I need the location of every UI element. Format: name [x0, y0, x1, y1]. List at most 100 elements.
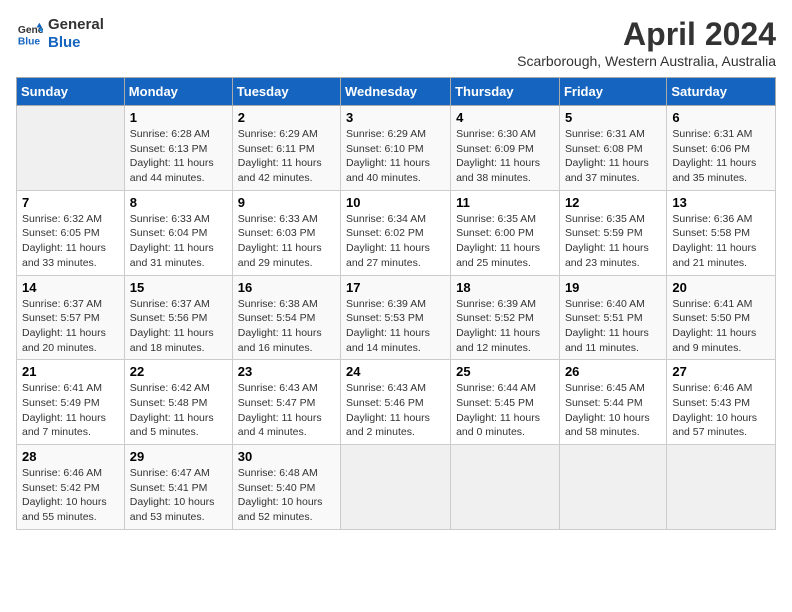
day-info: Sunrise: 6:29 AM Sunset: 6:11 PM Dayligh… [238, 127, 335, 186]
day-number: 9 [238, 195, 335, 210]
logo-icon: General Blue [16, 20, 44, 48]
table-row: 14 Sunrise: 6:37 AM Sunset: 5:57 PM Dayli… [17, 275, 125, 360]
day-info: Sunrise: 6:43 AM Sunset: 5:47 PM Dayligh… [238, 381, 335, 440]
table-row: 5Sunrise: 6:31 AM Sunset: 6:08 PM Daylig… [559, 106, 666, 191]
table-row: 25 Sunrise: 6:44 AM Sunset: 5:45 PM Dayli… [451, 360, 560, 445]
header-sunday: Sunday [17, 78, 125, 106]
table-row [451, 445, 560, 530]
table-row: 18 Sunrise: 6:39 AM Sunset: 5:52 PM Dayli… [451, 275, 560, 360]
table-row: 12 Sunrise: 6:35 AM Sunset: 5:59 PM Dayli… [559, 190, 666, 275]
table-row: 11 Sunrise: 6:35 AM Sunset: 6:00 PM Dayli… [451, 190, 560, 275]
table-row: 22 Sunrise: 6:42 AM Sunset: 5:48 PM Dayli… [124, 360, 232, 445]
day-number: 17 [346, 280, 445, 295]
day-info: Sunrise: 6:31 AM Sunset: 6:06 PM Dayligh… [672, 127, 770, 186]
day-number: 10 [346, 195, 445, 210]
day-number: 16 [238, 280, 335, 295]
day-number: 25 [456, 364, 554, 379]
day-info: Sunrise: 6:33 AM Sunset: 6:04 PM Dayligh… [130, 212, 227, 271]
header-tuesday: Tuesday [232, 78, 340, 106]
table-row: 2 Sunrise: 6:29 AM Sunset: 6:11 PM Daylig… [232, 106, 340, 191]
table-row: 17 Sunrise: 6:39 AM Sunset: 5:53 PM Dayli… [341, 275, 451, 360]
calendar-table: Sunday Monday Tuesday Wednesday Thursday… [16, 77, 776, 530]
day-info: Sunrise: 6:31 AM Sunset: 6:08 PM Dayligh… [565, 127, 661, 186]
logo-general: General [48, 16, 104, 34]
day-info: Sunrise: 6:34 AM Sunset: 6:02 PM Dayligh… [346, 212, 445, 271]
day-number: 13 [672, 195, 770, 210]
day-info: Sunrise: 6:38 AM Sunset: 5:54 PM Dayligh… [238, 297, 335, 356]
day-number: 28 [22, 449, 119, 464]
table-row: 4Sunrise: 6:30 AM Sunset: 6:09 PM Daylig… [451, 106, 560, 191]
day-number: 2 [238, 110, 335, 125]
month-title: April 2024 [517, 16, 776, 53]
table-row: 13 Sunrise: 6:36 AM Sunset: 5:58 PM Dayli… [667, 190, 776, 275]
header-monday: Monday [124, 78, 232, 106]
day-info: Sunrise: 6:35 AM Sunset: 5:59 PM Dayligh… [565, 212, 661, 271]
day-number: 18 [456, 280, 554, 295]
day-info: Sunrise: 6:42 AM Sunset: 5:48 PM Dayligh… [130, 381, 227, 440]
table-row: 21 Sunrise: 6:41 AM Sunset: 5:49 PM Dayli… [17, 360, 125, 445]
header-wednesday: Wednesday [341, 78, 451, 106]
table-row: 15 Sunrise: 6:37 AM Sunset: 5:56 PM Dayli… [124, 275, 232, 360]
table-row: 7 Sunrise: 6:32 AM Sunset: 6:05 PM Daylig… [17, 190, 125, 275]
table-row: 20 Sunrise: 6:41 AM Sunset: 5:50 PM Dayli… [667, 275, 776, 360]
day-number: 11 [456, 195, 554, 210]
table-row: 3 Sunrise: 6:29 AM Sunset: 6:10 PM Daylig… [341, 106, 451, 191]
day-number: 4 [456, 110, 554, 125]
table-row: 9 Sunrise: 6:33 AM Sunset: 6:03 PM Daylig… [232, 190, 340, 275]
table-row: 10 Sunrise: 6:34 AM Sunset: 6:02 PM Dayli… [341, 190, 451, 275]
day-info: Sunrise: 6:39 AM Sunset: 5:52 PM Dayligh… [456, 297, 554, 356]
table-row: 6 Sunrise: 6:31 AM Sunset: 6:06 PM Daylig… [667, 106, 776, 191]
day-number: 15 [130, 280, 227, 295]
day-number: 20 [672, 280, 770, 295]
day-number: 30 [238, 449, 335, 464]
day-info: Sunrise: 6:46 AM Sunset: 5:42 PM Dayligh… [22, 466, 119, 525]
header-row: Sunday Monday Tuesday Wednesday Thursday… [17, 78, 776, 106]
day-info: Sunrise: 6:45 AM Sunset: 5:44 PM Dayligh… [565, 381, 661, 440]
day-number: 8 [130, 195, 227, 210]
day-number: 14 [22, 280, 119, 295]
table-row: 24Sunrise: 6:43 AM Sunset: 5:46 PM Dayli… [341, 360, 451, 445]
day-number: 27 [672, 364, 770, 379]
table-row [559, 445, 666, 530]
table-row: 29 Sunrise: 6:47 AM Sunset: 5:41 PM Dayli… [124, 445, 232, 530]
day-info: Sunrise: 6:41 AM Sunset: 5:50 PM Dayligh… [672, 297, 770, 356]
day-number: 1 [130, 110, 227, 125]
day-info: Sunrise: 6:29 AM Sunset: 6:10 PM Dayligh… [346, 127, 445, 186]
day-info: Sunrise: 6:35 AM Sunset: 6:00 PM Dayligh… [456, 212, 554, 271]
day-info: Sunrise: 6:36 AM Sunset: 5:58 PM Dayligh… [672, 212, 770, 271]
table-row [17, 106, 125, 191]
day-info: Sunrise: 6:40 AM Sunset: 5:51 PM Dayligh… [565, 297, 661, 356]
table-row: 19 Sunrise: 6:40 AM Sunset: 5:51 PM Dayli… [559, 275, 666, 360]
day-number: 22 [130, 364, 227, 379]
header-friday: Friday [559, 78, 666, 106]
day-info: Sunrise: 6:41 AM Sunset: 5:49 PM Dayligh… [22, 381, 119, 440]
location-title: Scarborough, Western Australia, Australi… [517, 53, 776, 69]
logo: General Blue General Blue [16, 16, 104, 52]
day-info: Sunrise: 6:37 AM Sunset: 5:57 PM Dayligh… [22, 297, 119, 356]
logo-blue: Blue [48, 34, 104, 52]
table-row: 8 Sunrise: 6:33 AM Sunset: 6:04 PM Daylig… [124, 190, 232, 275]
day-number: 29 [130, 449, 227, 464]
day-number: 19 [565, 280, 661, 295]
table-row: 30Sunrise: 6:48 AM Sunset: 5:40 PM Dayli… [232, 445, 340, 530]
day-number: 12 [565, 195, 661, 210]
day-info: Sunrise: 6:39 AM Sunset: 5:53 PM Dayligh… [346, 297, 445, 356]
day-info: Sunrise: 6:47 AM Sunset: 5:41 PM Dayligh… [130, 466, 227, 525]
svg-text:Blue: Blue [18, 36, 41, 47]
day-info: Sunrise: 6:28 AM Sunset: 6:13 PM Dayligh… [130, 127, 227, 186]
title-area: April 2024 Scarborough, Western Australi… [517, 16, 776, 69]
day-info: Sunrise: 6:37 AM Sunset: 5:56 PM Dayligh… [130, 297, 227, 356]
day-info: Sunrise: 6:44 AM Sunset: 5:45 PM Dayligh… [456, 381, 554, 440]
day-info: Sunrise: 6:43 AM Sunset: 5:46 PM Dayligh… [346, 381, 445, 440]
page-header: General Blue General Blue April 2024 Sca… [16, 16, 776, 69]
day-number: 7 [22, 195, 119, 210]
header-thursday: Thursday [451, 78, 560, 106]
day-info: Sunrise: 6:32 AM Sunset: 6:05 PM Dayligh… [22, 212, 119, 271]
day-number: 21 [22, 364, 119, 379]
day-info: Sunrise: 6:33 AM Sunset: 6:03 PM Dayligh… [238, 212, 335, 271]
table-row: 27Sunrise: 6:46 AM Sunset: 5:43 PM Dayli… [667, 360, 776, 445]
day-number: 23 [238, 364, 335, 379]
day-number: 6 [672, 110, 770, 125]
table-row: 28 Sunrise: 6:46 AM Sunset: 5:42 PM Dayli… [17, 445, 125, 530]
day-number: 3 [346, 110, 445, 125]
